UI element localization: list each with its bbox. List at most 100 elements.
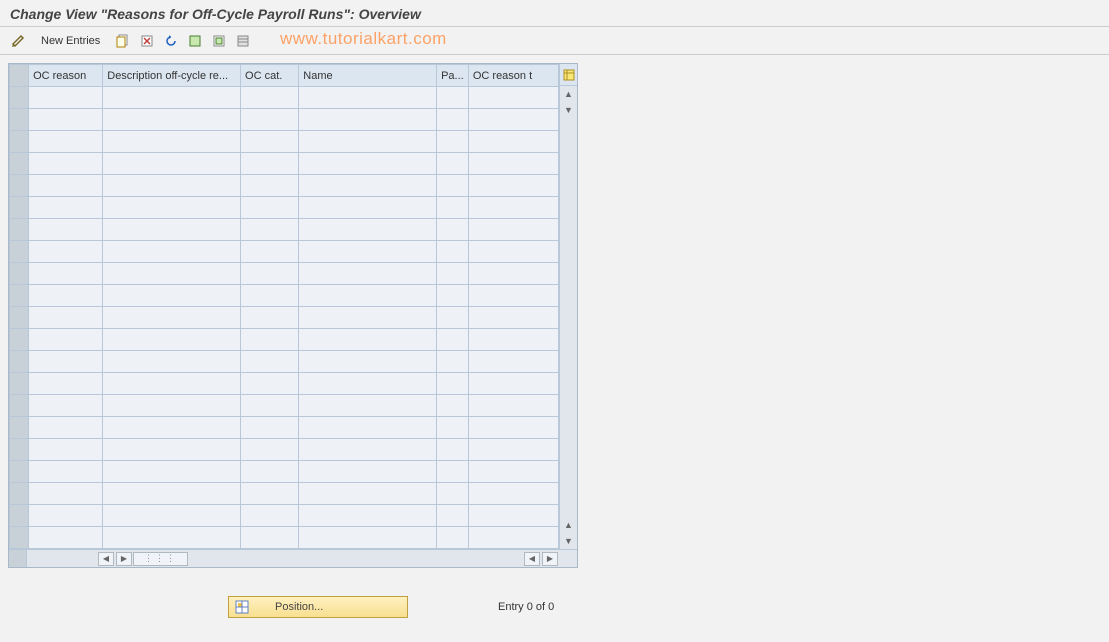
cell-oc-reason[interactable] [29, 439, 103, 461]
cell-oc-cat[interactable] [241, 505, 299, 527]
cell-oc-cat[interactable] [241, 285, 299, 307]
cell-description[interactable] [103, 329, 241, 351]
cell-description[interactable] [103, 219, 241, 241]
cell-oc-cat[interactable] [241, 527, 299, 549]
cell-oc-reason[interactable] [29, 373, 103, 395]
row-selector[interactable] [10, 307, 29, 329]
cell-description[interactable] [103, 241, 241, 263]
scroll-left-icon[interactable]: ◀ [98, 552, 114, 566]
cell-description[interactable] [103, 131, 241, 153]
cell-oc-cat[interactable] [241, 373, 299, 395]
cell-oc-cat[interactable] [241, 439, 299, 461]
cell-oc-cat[interactable] [241, 197, 299, 219]
cell-description[interactable] [103, 373, 241, 395]
cell-oc-cat[interactable] [241, 329, 299, 351]
col-header-oc-cat[interactable]: OC cat. [241, 65, 299, 87]
cell-oc-reason-t[interactable] [468, 241, 558, 263]
vertical-scrollbar[interactable]: ▲ ▼ ▲ ▼ [559, 64, 577, 549]
table-row[interactable] [10, 307, 559, 329]
cell-oc-reason-t[interactable] [468, 439, 558, 461]
cell-oc-cat[interactable] [241, 131, 299, 153]
cell-name[interactable] [299, 417, 437, 439]
table-row[interactable] [10, 241, 559, 263]
cell-oc-reason[interactable] [29, 351, 103, 373]
cell-pa[interactable] [437, 219, 469, 241]
scroll-up-step-icon[interactable]: ▲ [560, 517, 577, 533]
cell-name[interactable] [299, 131, 437, 153]
horizontal-scrollbar[interactable]: ◀ ▶ ⋮⋮⋮ ◀ ▶ [9, 549, 577, 567]
cell-description[interactable] [103, 351, 241, 373]
deselect-all-icon[interactable] [233, 31, 253, 51]
table-row[interactable] [10, 131, 559, 153]
cell-pa[interactable] [437, 483, 469, 505]
undo-icon[interactable] [161, 31, 181, 51]
row-selector[interactable] [10, 527, 29, 549]
cell-oc-reason-t[interactable] [468, 395, 558, 417]
cell-pa[interactable] [437, 285, 469, 307]
cell-oc-reason-t[interactable] [468, 109, 558, 131]
cell-oc-reason[interactable] [29, 417, 103, 439]
table-row[interactable] [10, 87, 559, 109]
cell-oc-reason-t[interactable] [468, 527, 558, 549]
new-entries-button[interactable]: New Entries [32, 32, 109, 50]
cell-oc-cat[interactable] [241, 87, 299, 109]
cell-oc-reason[interactable] [29, 153, 103, 175]
table-row[interactable] [10, 329, 559, 351]
cell-oc-reason-t[interactable] [468, 87, 558, 109]
row-selector[interactable] [10, 175, 29, 197]
cell-oc-reason-t[interactable] [468, 175, 558, 197]
table-row[interactable] [10, 461, 559, 483]
cell-oc-reason-t[interactable] [468, 373, 558, 395]
row-selector[interactable] [10, 329, 29, 351]
cell-description[interactable] [103, 417, 241, 439]
table-row[interactable] [10, 263, 559, 285]
cell-description[interactable] [103, 307, 241, 329]
cell-name[interactable] [299, 219, 437, 241]
scroll-down-step-icon[interactable]: ▼ [560, 102, 577, 118]
cell-oc-reason[interactable] [29, 483, 103, 505]
cell-description[interactable] [103, 395, 241, 417]
table-row[interactable] [10, 373, 559, 395]
delete-icon[interactable] [137, 31, 157, 51]
table-row[interactable] [10, 527, 559, 549]
table-row[interactable] [10, 219, 559, 241]
cell-oc-cat[interactable] [241, 483, 299, 505]
cell-oc-reason[interactable] [29, 461, 103, 483]
cell-name[interactable] [299, 285, 437, 307]
select-block-icon[interactable] [209, 31, 229, 51]
cell-description[interactable] [103, 483, 241, 505]
cell-name[interactable] [299, 527, 437, 549]
cell-oc-reason-t[interactable] [468, 197, 558, 219]
cell-name[interactable] [299, 263, 437, 285]
cell-oc-reason-t[interactable] [468, 285, 558, 307]
row-selector[interactable] [10, 505, 29, 527]
cell-pa[interactable] [437, 461, 469, 483]
cell-name[interactable] [299, 329, 437, 351]
cell-oc-reason[interactable] [29, 241, 103, 263]
scroll-right-icon[interactable]: ▶ [542, 552, 558, 566]
row-selector[interactable] [10, 109, 29, 131]
cell-pa[interactable] [437, 527, 469, 549]
row-selector[interactable] [10, 439, 29, 461]
cell-oc-cat[interactable] [241, 417, 299, 439]
cell-oc-reason-t[interactable] [468, 131, 558, 153]
cell-oc-reason[interactable] [29, 131, 103, 153]
cell-oc-reason-t[interactable] [468, 153, 558, 175]
cell-oc-reason-t[interactable] [468, 329, 558, 351]
cell-oc-reason[interactable] [29, 285, 103, 307]
cell-pa[interactable] [437, 439, 469, 461]
table-row[interactable] [10, 417, 559, 439]
cell-pa[interactable] [437, 153, 469, 175]
table-settings-icon[interactable] [560, 64, 577, 86]
cell-oc-reason[interactable] [29, 527, 103, 549]
cell-pa[interactable] [437, 131, 469, 153]
cell-pa[interactable] [437, 395, 469, 417]
row-selector[interactable] [10, 131, 29, 153]
cell-description[interactable] [103, 527, 241, 549]
cell-name[interactable] [299, 395, 437, 417]
cell-oc-reason-t[interactable] [468, 461, 558, 483]
cell-oc-reason-t[interactable] [468, 483, 558, 505]
cell-oc-reason-t[interactable] [468, 417, 558, 439]
cell-oc-reason[interactable] [29, 395, 103, 417]
cell-oc-reason[interactable] [29, 175, 103, 197]
